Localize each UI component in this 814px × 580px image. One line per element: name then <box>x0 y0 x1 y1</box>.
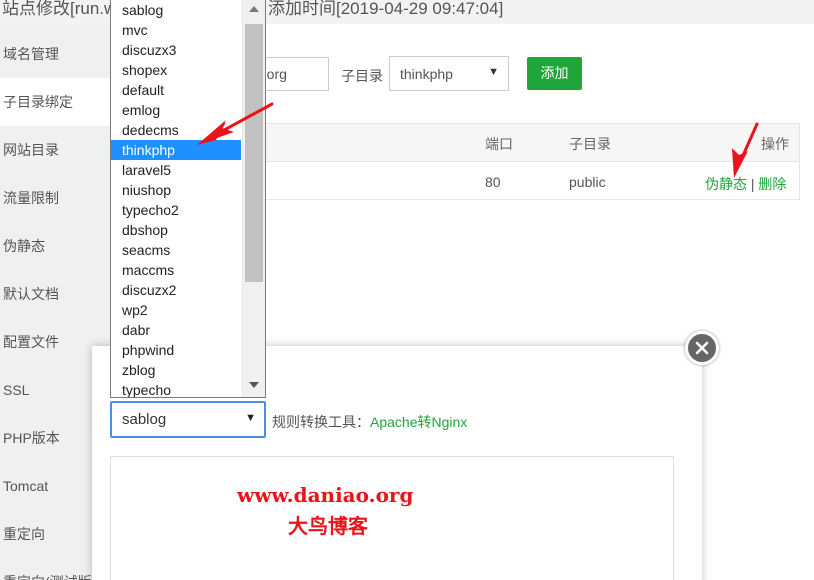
option-item[interactable]: sablog <box>111 0 241 20</box>
window-title-right: 添加时间[2019-04-29 09:47:04] <box>268 0 504 18</box>
rule-tool-label: 规则转换工具： <box>272 414 370 430</box>
option-item[interactable]: phpwind <box>111 340 241 360</box>
delete-link[interactable]: 删除 <box>758 176 786 192</box>
sidebar-item-domain[interactable]: 域名管理 <box>0 30 112 78</box>
close-button[interactable] <box>685 331 719 365</box>
rule-tool: 规则转换工具：Apache转Nginx <box>272 412 467 432</box>
sidebar-item-traffic-limit[interactable]: 流量限制 <box>0 174 112 222</box>
cell-actions: 伪静态 | 删除 <box>705 174 786 194</box>
option-item[interactable]: dbshop <box>111 220 241 240</box>
option-item[interactable]: typecho2 <box>111 200 241 220</box>
option-item[interactable]: typecho <box>111 380 241 397</box>
option-item[interactable]: shopex <box>111 60 241 80</box>
option-item[interactable]: maccms <box>111 260 241 280</box>
chevron-down-icon: ▼ <box>245 412 256 424</box>
option-item[interactable]: niushop <box>111 180 241 200</box>
sidebar-item-rewrite[interactable]: 伪静态 <box>0 222 112 270</box>
column-action: 操作 <box>761 136 789 152</box>
watermark-url: www.daniao.org <box>237 483 414 507</box>
sidebar-item-subdir-binding[interactable]: 子目录绑定 <box>0 78 112 126</box>
close-icon <box>695 341 709 355</box>
rewrite-link[interactable]: 伪静态 <box>705 176 747 192</box>
rewrite-template-select[interactable]: sablog ▼ <box>110 401 266 438</box>
option-item[interactable]: zblog <box>111 360 241 380</box>
option-item-selected[interactable]: thinkphp <box>111 140 241 160</box>
sidebar-item-default-doc[interactable]: 默认文档 <box>0 270 112 318</box>
dropdown-scrollbar[interactable] <box>242 0 265 397</box>
chevron-down-icon: ▼ <box>488 66 499 78</box>
cell-port: 80 <box>485 174 501 190</box>
rewrite-template-value: sablog <box>122 411 167 428</box>
add-button[interactable]: 添加 <box>527 57 582 90</box>
option-item[interactable]: laravel5 <box>111 160 241 180</box>
option-item[interactable]: discuzx3 <box>111 40 241 60</box>
option-item[interactable]: emlog <box>111 100 241 120</box>
column-port: 端口 <box>485 136 513 152</box>
window-title-left: 站点修改[run.w <box>2 0 117 18</box>
subdir-label: 子目录 <box>341 68 383 84</box>
option-item[interactable]: discuzx2 <box>111 280 241 300</box>
subdir-select-value: thinkphp <box>400 66 453 82</box>
option-item[interactable]: default <box>111 80 241 100</box>
scroll-thumb[interactable] <box>245 24 263 282</box>
column-subdir: 子目录 <box>569 136 611 152</box>
scroll-down-icon[interactable] <box>249 382 259 388</box>
option-item[interactable]: wp2 <box>111 300 241 320</box>
option-item[interactable]: seacms <box>111 240 241 260</box>
apache-to-nginx-link[interactable]: Apache转Nginx <box>370 414 467 430</box>
subdir-select[interactable]: thinkphp ▼ <box>389 56 509 91</box>
cell-subdir: public <box>569 174 606 190</box>
action-separator: | <box>750 176 755 192</box>
option-item[interactable]: dedecms <box>111 120 241 140</box>
watermark-name: 大鸟博客 <box>288 514 368 538</box>
option-item[interactable]: mvc <box>111 20 241 40</box>
sidebar-item-site-directory[interactable]: 网站目录 <box>0 126 112 174</box>
scroll-up-icon[interactable] <box>249 6 259 12</box>
rewrite-options-list[interactable]: sablog mvc discuzx3 shopex default emlog… <box>110 0 266 398</box>
option-item[interactable]: dabr <box>111 320 241 340</box>
rewrite-editor[interactable] <box>110 456 674 580</box>
